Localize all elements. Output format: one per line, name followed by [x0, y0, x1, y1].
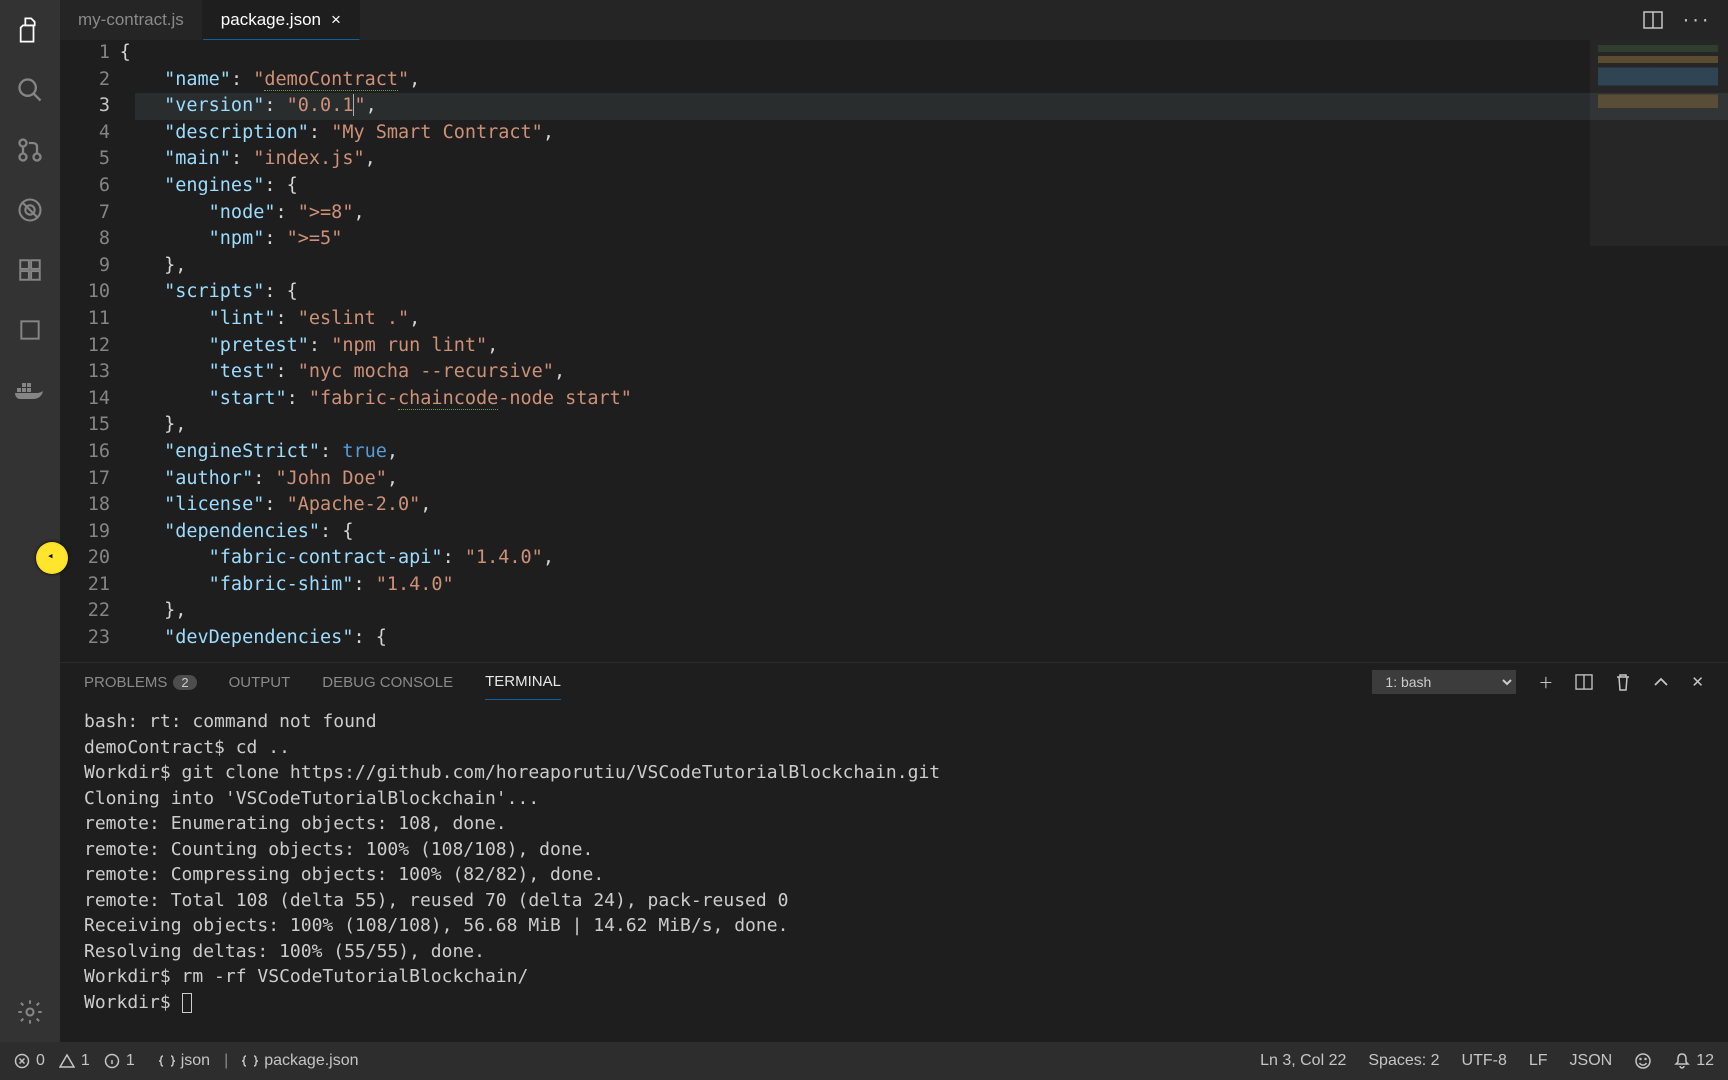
status-indentation[interactable]: Spaces: 2: [1368, 1052, 1439, 1070]
tab-terminal[interactable]: TERMINAL: [485, 664, 561, 700]
search-icon[interactable]: [0, 60, 60, 120]
status-errors[interactable]: 0: [14, 1052, 45, 1070]
split-terminal-icon[interactable]: [1575, 674, 1593, 690]
code-line[interactable]: "start": "fabric-chaincode-node start": [135, 386, 1728, 413]
code-line[interactable]: "fabric-shim": "1.4.0": [135, 572, 1728, 599]
status-info[interactable]: 1: [104, 1052, 135, 1070]
tab-bar: my-contract.js package.json × ···: [60, 0, 1728, 40]
code-line[interactable]: },: [135, 412, 1728, 439]
code-line[interactable]: "npm": ">=5": [135, 226, 1728, 253]
status-eol[interactable]: LF: [1529, 1052, 1548, 1070]
cursor-highlight: [36, 542, 68, 574]
code-line[interactable]: "devDependencies": {: [135, 625, 1728, 652]
kill-terminal-icon[interactable]: [1615, 673, 1631, 691]
code-editor[interactable]: 1234567891011121314151617181920212223 { …: [60, 40, 1728, 662]
code-line[interactable]: "engineStrict": true,: [135, 439, 1728, 466]
settings-gear-icon[interactable]: [0, 982, 60, 1042]
more-icon[interactable]: ···: [1681, 11, 1710, 30]
code-line[interactable]: },: [135, 253, 1728, 280]
code-line[interactable]: "scripts": {: [135, 279, 1728, 306]
code-line[interactable]: "dependencies": {: [135, 519, 1728, 546]
maximize-panel-icon[interactable]: [1653, 676, 1669, 688]
code-line[interactable]: "pretest": "npm run lint",: [135, 333, 1728, 360]
extensions-icon[interactable]: [0, 240, 60, 300]
code-line[interactable]: {: [135, 40, 1728, 67]
code-line[interactable]: "lint": "eslint .",: [135, 306, 1728, 333]
blockchain-icon[interactable]: [0, 300, 60, 360]
feedback-icon[interactable]: [1634, 1052, 1652, 1070]
status-cursor-position[interactable]: Ln 3, Col 22: [1260, 1052, 1346, 1070]
code-line[interactable]: "test": "nyc mocha --recursive",: [135, 359, 1728, 386]
activity-bar: [0, 0, 60, 1042]
code-line[interactable]: "author": "John Doe",: [135, 466, 1728, 493]
split-editor-icon[interactable]: [1643, 11, 1663, 29]
status-encoding[interactable]: UTF-8: [1462, 1052, 1507, 1070]
tab-label: package.json: [221, 10, 321, 30]
code-line[interactable]: "license": "Apache-2.0",: [135, 492, 1728, 519]
explorer-icon[interactable]: [0, 0, 60, 60]
status-bar: 0 1 1 json | package.json Ln 3, Col 22 S…: [0, 1042, 1728, 1080]
code-line[interactable]: },: [135, 598, 1728, 625]
tab-problems[interactable]: PROBLEMS2: [84, 665, 197, 700]
close-panel-icon[interactable]: ✕: [1691, 673, 1704, 691]
status-lang-json[interactable]: json: [159, 1052, 210, 1070]
code-line[interactable]: "fabric-contract-api": "1.4.0",: [135, 545, 1728, 572]
code-line[interactable]: "engines": {: [135, 173, 1728, 200]
terminal-selector[interactable]: 1: bash: [1372, 670, 1516, 694]
code-line[interactable]: "node": ">=8",: [135, 200, 1728, 227]
close-icon[interactable]: ×: [331, 10, 341, 30]
source-control-icon[interactable]: [0, 120, 60, 180]
status-filename[interactable]: package.json: [242, 1052, 358, 1070]
terminal-output[interactable]: bash: rt: command not founddemoContract$…: [60, 701, 1728, 1015]
tab-output[interactable]: OUTPUT: [229, 665, 291, 700]
code-line[interactable]: "description": "My Smart Contract",: [135, 120, 1728, 147]
panel: PROBLEMS2 OUTPUT DEBUG CONSOLE TERMINAL …: [60, 662, 1728, 1042]
status-warnings[interactable]: 1: [59, 1052, 90, 1070]
notifications-icon[interactable]: 12: [1674, 1052, 1714, 1070]
debug-icon[interactable]: [0, 180, 60, 240]
problems-count-badge: 2: [173, 675, 196, 690]
tab-debug-console[interactable]: DEBUG CONSOLE: [322, 665, 453, 700]
code-content[interactable]: { "name": "demoContract", "version": "0.…: [135, 40, 1728, 652]
code-line[interactable]: "main": "index.js",: [135, 146, 1728, 173]
code-line[interactable]: "name": "demoContract",: [135, 67, 1728, 94]
docker-icon[interactable]: [0, 360, 60, 420]
new-terminal-icon[interactable]: ＋: [1538, 672, 1553, 693]
minimap[interactable]: [1598, 45, 1718, 135]
code-line[interactable]: "version": "0.0.1",: [135, 93, 1728, 120]
panel-tabs: PROBLEMS2 OUTPUT DEBUG CONSOLE TERMINAL …: [60, 663, 1728, 701]
tab-label: my-contract.js: [78, 10, 184, 30]
tab-my-contract[interactable]: my-contract.js: [60, 0, 203, 40]
status-language-mode[interactable]: JSON: [1570, 1052, 1613, 1070]
tab-actions: ···: [1625, 0, 1728, 40]
tab-package-json[interactable]: package.json ×: [203, 0, 360, 40]
